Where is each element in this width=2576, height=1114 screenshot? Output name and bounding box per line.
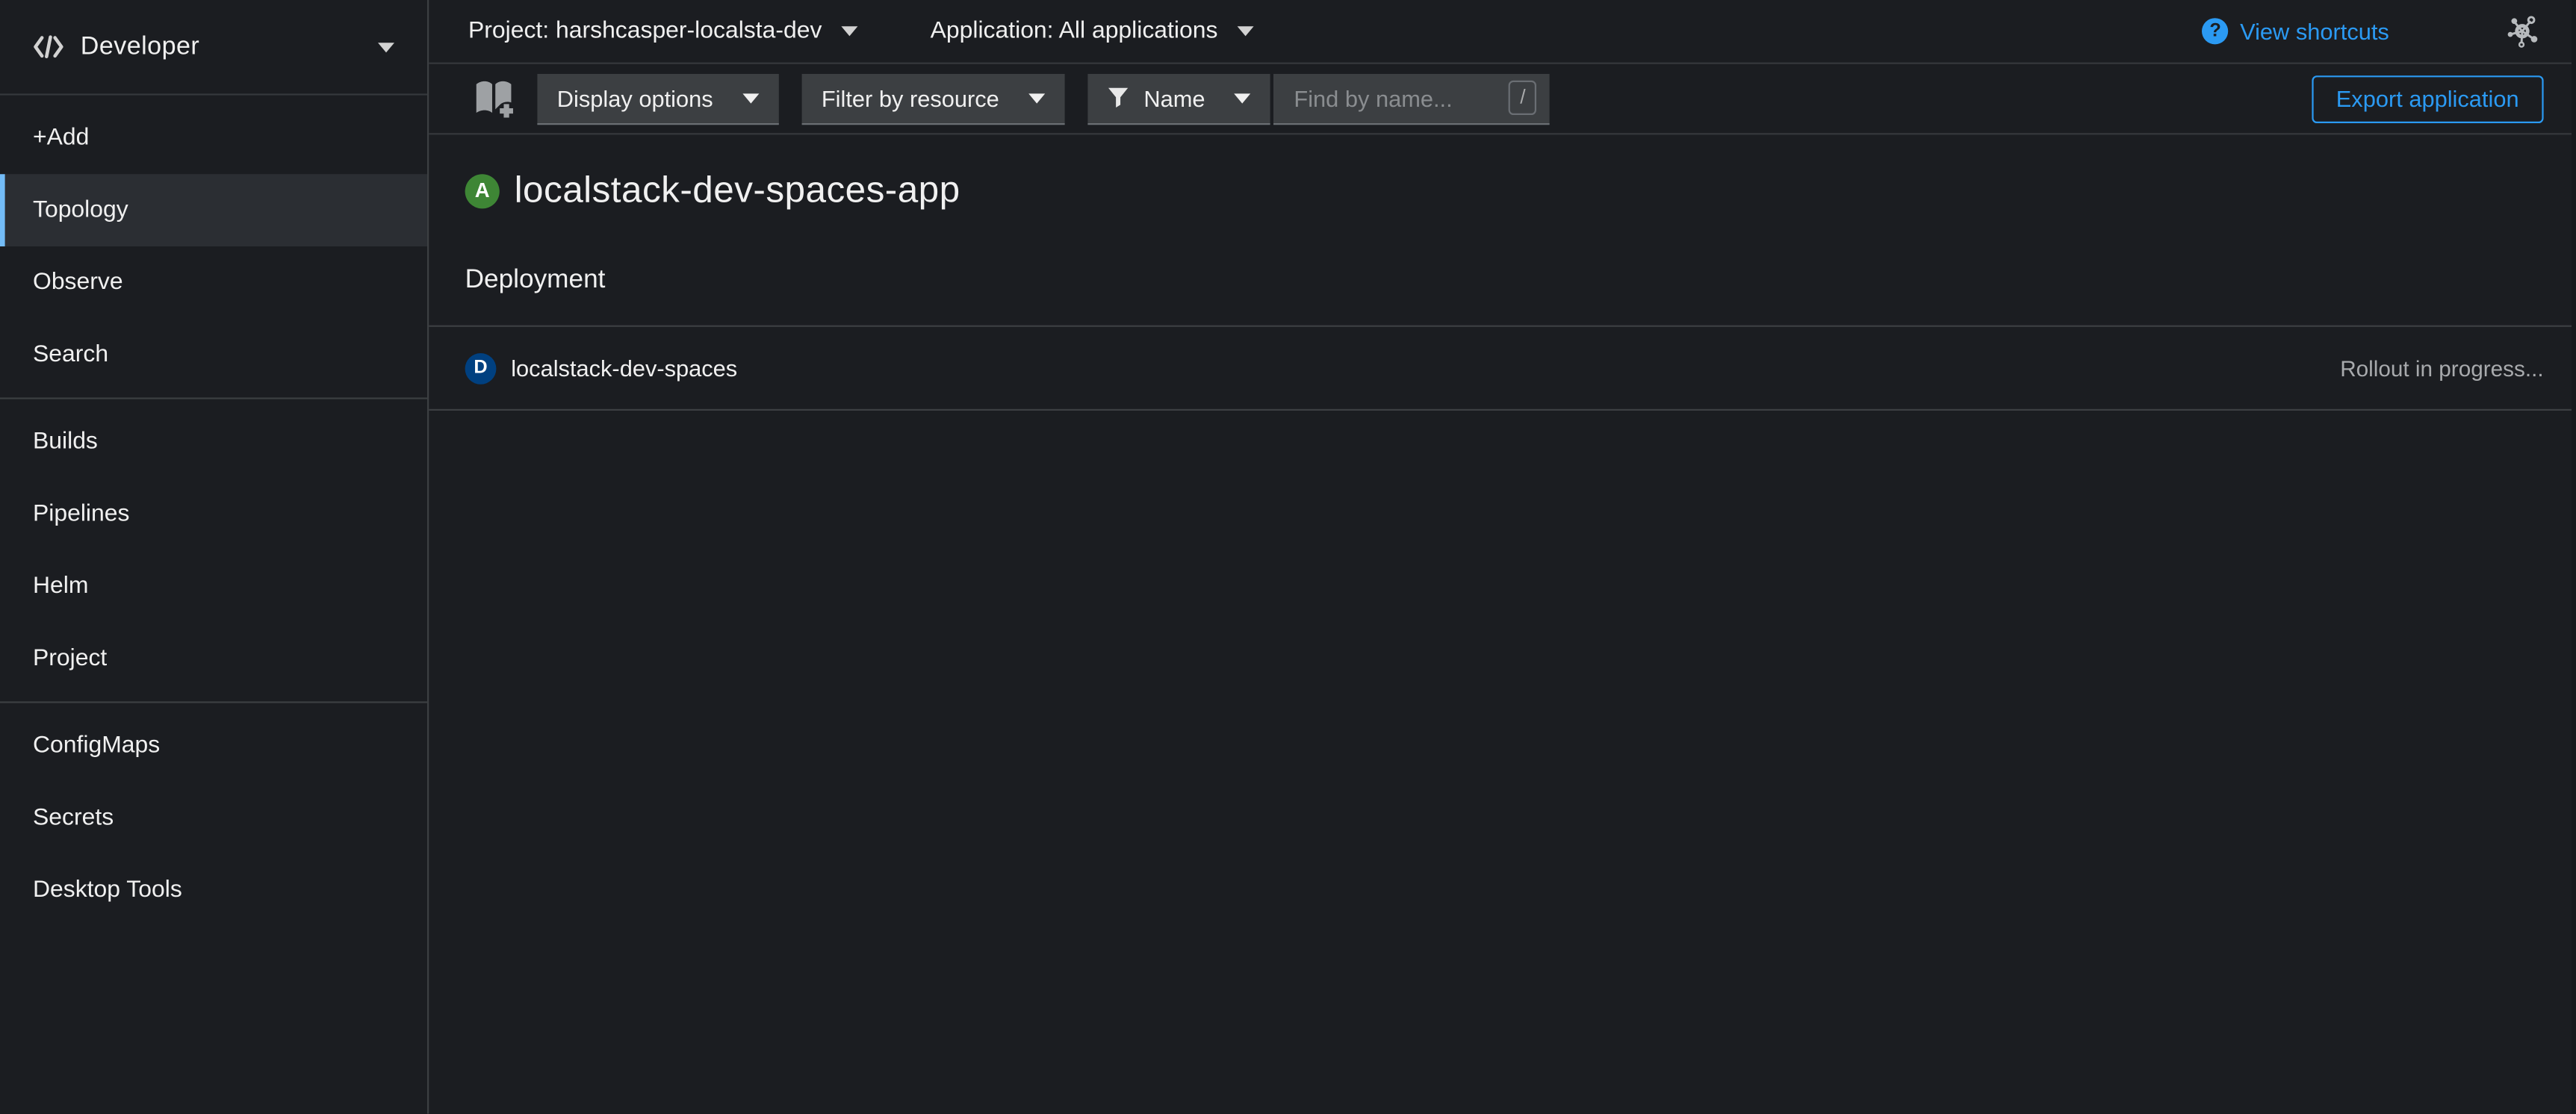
filter-by-resource-dropdown[interactable]: Filter by resource: [801, 73, 1064, 124]
sidebar-item-secrets[interactable]: Secrets: [0, 782, 427, 854]
deployment-status: Rollout in progress...: [2340, 355, 2543, 380]
find-by-name-wrapper: /: [1274, 73, 1551, 124]
sidebar-divider: [0, 397, 427, 399]
chevron-down-icon: [1028, 93, 1045, 102]
display-options-label: Display options: [557, 84, 713, 111]
main-area: Project: harshcasper-localsta-dev Applic…: [429, 0, 2576, 1114]
project-selector-label: Project: harshcasper-localsta-dev: [468, 18, 822, 44]
application-group-heading: A localstack-dev-spaces-app: [465, 169, 2576, 212]
topology-graph-icon[interactable]: [2504, 13, 2540, 49]
sidebar-item-desktop-tools[interactable]: Desktop Tools: [0, 854, 427, 927]
quick-search-book-plus-icon[interactable]: [471, 79, 515, 119]
application-selector[interactable]: Application: All applications: [931, 18, 1254, 44]
sidebar-divider: [0, 701, 427, 703]
view-shortcuts-link[interactable]: ? View shortcuts: [2202, 18, 2389, 44]
sidebar-item-helm[interactable]: Helm: [0, 550, 427, 623]
chevron-down-icon: [378, 42, 394, 52]
export-application-button[interactable]: Export application: [2312, 75, 2544, 122]
slash-key-hint: /: [1509, 81, 1537, 115]
deployment-name-link[interactable]: localstack-dev-spaces: [511, 355, 737, 381]
code-icon: [33, 34, 64, 59]
scrollbar-track[interactable]: [2572, 0, 2576, 1114]
display-options-dropdown[interactable]: Display options: [537, 73, 778, 124]
context-bar: Project: harshcasper-localsta-dev Applic…: [429, 0, 2576, 64]
filter-by-resource-label: Filter by resource: [822, 84, 999, 111]
view-shortcuts-label: View shortcuts: [2240, 18, 2389, 44]
sidebar-item-project[interactable]: Project: [0, 623, 427, 695]
sidebar-nav: +Add Topology Observe Search Builds Pipe…: [0, 96, 427, 927]
sidebar-item-configmaps[interactable]: ConfigMaps: [0, 709, 427, 782]
sidebar-item-observe[interactable]: Observe: [0, 246, 427, 319]
console-app: Developer +Add Topology Observe Search B…: [0, 0, 2576, 1114]
sidebar-item-topology[interactable]: Topology: [0, 174, 427, 246]
topology-list-view: A localstack-dev-spaces-app Deployment D…: [429, 134, 2576, 1113]
sidebar-item-builds[interactable]: Builds: [0, 405, 427, 478]
chevron-down-icon: [1238, 26, 1254, 36]
chevron-down-icon: [842, 26, 858, 36]
chevron-down-icon: [1235, 93, 1251, 102]
help-circle-icon: ?: [2202, 18, 2228, 44]
sidebar: Developer +Add Topology Observe Search B…: [0, 0, 429, 1114]
project-selector[interactable]: Project: harshcasper-localsta-dev: [468, 18, 858, 44]
chevron-down-icon: [742, 93, 759, 102]
filter-funnel-icon: [1108, 87, 1129, 109]
sidebar-item-add[interactable]: +Add: [0, 102, 427, 174]
sidebar-item-pipelines[interactable]: Pipelines: [0, 478, 427, 550]
application-name: localstack-dev-spaces-app: [515, 169, 960, 212]
deployment-badge: D: [465, 352, 497, 384]
perspective-label: Developer: [81, 32, 199, 62]
name-filter-group: Name /: [1088, 73, 1551, 124]
find-by-name-input[interactable]: [1294, 84, 1508, 111]
resource-section-title: Deployment: [465, 266, 2576, 296]
deployment-row[interactable]: D localstack-dev-spaces Rollout in progr…: [429, 326, 2576, 411]
application-selector-label: Application: All applications: [931, 18, 1218, 44]
filter-type-label: Name: [1143, 84, 1205, 111]
resource-list: D localstack-dev-spaces Rollout in progr…: [429, 326, 2576, 411]
application-badge: A: [465, 173, 500, 208]
perspective-switcher[interactable]: Developer: [0, 0, 427, 96]
filter-type-dropdown[interactable]: Name: [1088, 73, 1271, 124]
sidebar-item-search[interactable]: Search: [0, 319, 427, 391]
topology-toolbar: Display options Filter by resource Name: [429, 64, 2576, 135]
